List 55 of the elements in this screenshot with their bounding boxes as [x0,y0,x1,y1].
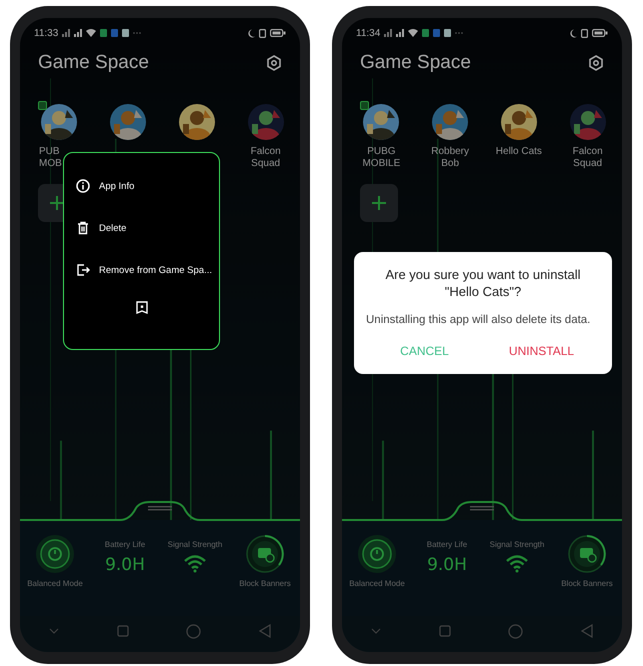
dialog-button[interactable]: UNINSTALL [483,338,600,364]
battery-icon [270,29,286,37]
moon-icon [247,28,255,38]
moon-icon [569,28,577,38]
game-label: Robbery Bob [431,146,470,170]
battery-value: 9.0H [105,555,145,575]
battery-label: Battery Life [104,540,146,549]
badge-icon [360,101,370,110]
block-banners-icon[interactable] [567,534,607,574]
battery-label: Battery Life [426,540,468,549]
vibrate-icon [581,28,588,38]
vibrate-icon [259,28,266,38]
signal-icon [74,29,82,37]
mode-label: Balanced Mode [27,579,83,588]
badge-icon [38,101,48,110]
wifi-icon [184,555,206,573]
dialog-title: Are you sure you want to uninstall "Hello Cats"? [385,266,581,300]
battery-value: 9.0H [427,555,467,575]
status-time: 11:34 [356,28,380,38]
banners-label: Block Banners [561,579,613,588]
clock-icon[interactable] [35,534,75,574]
clock-icon[interactable] [357,534,397,574]
bookmark-icon[interactable] [136,301,148,314]
screen-title: Game Space [360,52,471,74]
menu-item[interactable]: App Info [76,165,219,207]
info-icon [76,179,90,193]
drag-handle[interactable] [470,506,494,511]
menu-item[interactable]: Delete [76,207,219,249]
wifi-icon [86,29,96,37]
signal-icon [396,29,404,37]
game-label: Hello Cats [496,146,542,158]
wifi-icon [506,555,528,573]
signal-label: Signal Strength [168,540,222,549]
screen-title: Game Space [38,52,149,74]
exit-icon [76,263,90,277]
status-time: 11:33 [34,28,58,38]
battery-icon [592,29,608,37]
dialog-message: Uninstalling this app will also delete its data. [366,313,592,328]
game-label: Falcon Squad [572,146,603,170]
mode-label: Balanced Mode [349,579,405,588]
game-label: PUBG MOBILE [362,146,400,170]
plus-icon [371,195,387,211]
signal-icon [62,29,70,37]
banners-label: Block Banners [239,579,291,588]
menu-item[interactable]: Remove from Game Spa... [76,249,219,291]
drag-handle[interactable] [148,506,172,511]
game-label: PUB MOB [39,146,62,170]
trash-icon [76,221,90,235]
wifi-icon [408,29,418,37]
settings-icon[interactable] [266,55,282,71]
signal-icon [384,29,392,37]
block-banners-icon[interactable] [245,534,285,574]
settings-icon[interactable] [588,55,604,71]
game-label: Falcon Squad [250,146,281,170]
signal-label: Signal Strength [490,540,544,549]
